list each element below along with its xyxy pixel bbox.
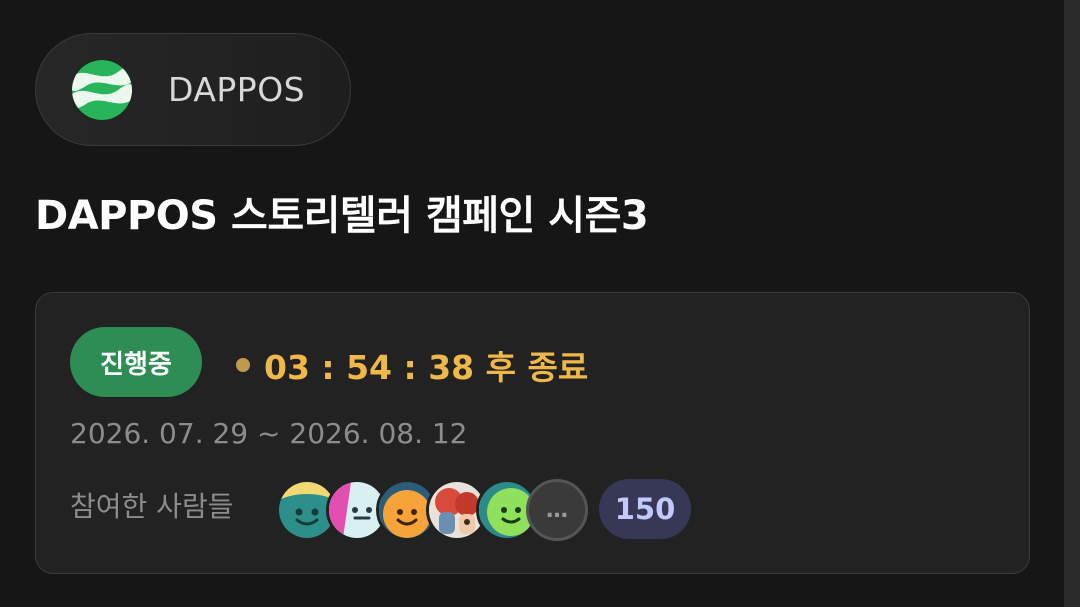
project-name: DAPPOS <box>168 70 306 109</box>
dappos-logo-icon <box>72 59 132 120</box>
countdown-timer: 03 : 54 : 38 후 종료 <box>236 341 588 389</box>
date-range: 2026. 07. 29 ~ 2026. 08. 12 <box>70 417 468 450</box>
timer-dot-icon <box>236 358 250 372</box>
more-participants-icon[interactable]: … <box>526 479 588 541</box>
participants-count[interactable]: 150 <box>599 479 691 539</box>
status-badge: 진행중 <box>70 327 202 397</box>
project-chip[interactable]: DAPPOS <box>35 33 351 146</box>
campaign-status-card: 진행중 03 : 54 : 38 후 종료 2026. 07. 29 ~ 202… <box>35 292 1030 574</box>
participants-label: 참여한 사람들 <box>70 490 234 523</box>
scrollbar-track <box>1064 0 1080 607</box>
participant-avatars[interactable]: … <box>276 479 588 541</box>
timer-text: 03 : 54 : 38 후 종료 <box>264 348 589 387</box>
campaign-title: DAPPOS 스토리텔러 캠페인 시즌3 <box>35 193 649 239</box>
